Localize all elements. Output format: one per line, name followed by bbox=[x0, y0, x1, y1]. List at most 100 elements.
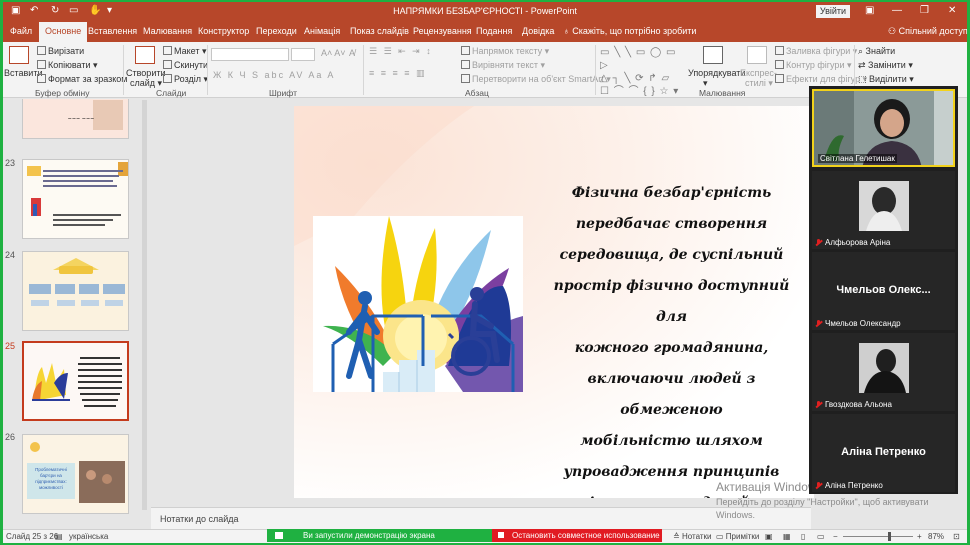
notes-toggle[interactable]: ≙ Нотатки bbox=[673, 532, 711, 541]
slide-thumbnail[interactable] bbox=[22, 159, 129, 239]
current-slide[interactable]: Фізична безбар'єрність передбачає створе… bbox=[294, 106, 814, 498]
drawing-group-label: Малювання bbox=[699, 88, 746, 98]
format-painter-button[interactable]: Формат за зразком bbox=[37, 74, 128, 84]
tab-animations[interactable]: Анімація bbox=[304, 26, 340, 36]
language-indicator[interactable]: українська bbox=[69, 532, 108, 541]
slide-thumbnail[interactable]: ~~~ ~~~ bbox=[22, 99, 129, 139]
zoom-slider-thumb[interactable] bbox=[888, 532, 891, 541]
arrange-icon[interactable] bbox=[703, 46, 723, 64]
separator bbox=[595, 45, 596, 95]
reset-button[interactable]: Скинути bbox=[163, 60, 208, 70]
stop-sharing-button[interactable]: Остановить совместное использование bbox=[492, 529, 662, 542]
participant-tile-speaker[interactable]: Світлана Гелетишак bbox=[812, 89, 955, 167]
clear-formatting-icon[interactable]: A̸ bbox=[349, 48, 355, 58]
muted-mic-icon bbox=[816, 482, 822, 489]
zoom-out-button[interactable]: − bbox=[833, 532, 838, 541]
shape-outline-button[interactable]: Контур фігури ▾ bbox=[775, 60, 852, 71]
quick-styles-label2: стилі bbox=[745, 78, 766, 88]
normal-view-icon[interactable]: ▣ bbox=[765, 532, 773, 541]
slide-sorter-icon[interactable]: ▦ bbox=[783, 532, 791, 541]
font-family-select[interactable] bbox=[211, 48, 289, 61]
slideshow-view-icon[interactable]: ▭ bbox=[817, 532, 825, 541]
reading-view-icon[interactable]: ▯ bbox=[801, 532, 805, 541]
section-button[interactable]: Розділ ▾ bbox=[163, 74, 208, 85]
new-slide-button[interactable]: Створити bbox=[126, 68, 166, 78]
ribbon-display-icon[interactable]: ▣ bbox=[865, 5, 874, 16]
cut-button[interactable]: Вирізати bbox=[37, 46, 84, 56]
find-button[interactable]: ⌕ Знайти bbox=[858, 46, 895, 57]
close-icon[interactable]: ✕ bbox=[948, 5, 956, 16]
sign-in-button[interactable]: Увійти bbox=[816, 5, 850, 18]
minimize-icon[interactable]: — bbox=[892, 5, 902, 16]
slide-thumbnail-selected[interactable] bbox=[22, 341, 129, 421]
participant-name: Алфьорова Аріна bbox=[816, 238, 890, 247]
maximize-icon[interactable]: ❐ bbox=[920, 5, 929, 16]
zoom-in-button[interactable]: + bbox=[917, 532, 922, 541]
tab-file[interactable]: Файл bbox=[10, 26, 32, 36]
tab-transitions[interactable]: Переходи bbox=[256, 26, 297, 36]
slide-thumbnail[interactable] bbox=[22, 251, 129, 331]
share-button[interactable]: ⚇ Спільний доступ bbox=[888, 26, 967, 37]
tab-insert[interactable]: Вставлення bbox=[88, 26, 137, 36]
align-text-button[interactable]: Вирівняти текст ▾ bbox=[461, 60, 545, 71]
muted-mic-icon bbox=[816, 320, 822, 327]
quick-styles-icon[interactable] bbox=[747, 46, 767, 64]
shapes-gallery[interactable]: ▭ ╲ ╲ ▭ ◯ ▭ ▷ △ ┐ ╲ ⟳ ↱ ▱ ☐ ⌒ ⌒ { } ☆ ▾ bbox=[600, 46, 680, 97]
search-icon: ⌕ bbox=[858, 46, 866, 56]
text-direction-label: Напрямок тексту bbox=[472, 46, 543, 56]
notes-pane[interactable]: Нотатки до слайда bbox=[151, 507, 811, 529]
paste-icon[interactable] bbox=[9, 46, 29, 64]
slide-thumbnails-pane: ~~~ ~~~ 23 24 25 26 Проблематичні бар'єр… bbox=[3, 99, 148, 529]
arrange-button[interactable]: Упорядкувати ▾ bbox=[688, 68, 745, 89]
font-group-label: Шрифт bbox=[269, 88, 297, 98]
text-direction-button[interactable]: Напрямок тексту ▾ bbox=[461, 46, 549, 57]
new-slide-icon[interactable] bbox=[135, 46, 155, 64]
fit-to-window-icon[interactable]: ⊡ bbox=[953, 532, 960, 541]
select-button[interactable]: ⬚ Виділити ▾ bbox=[858, 74, 914, 85]
select-label: Виділити bbox=[869, 74, 907, 84]
slide-number: 26 bbox=[5, 432, 16, 442]
smartart-button[interactable]: Перетворити на об'єкт SmartArt ▾ bbox=[461, 74, 611, 85]
tab-review[interactable]: Рецензування bbox=[413, 26, 472, 36]
zoom-level[interactable]: 87% bbox=[928, 532, 944, 541]
font-size-select[interactable] bbox=[291, 48, 315, 61]
copy-button[interactable]: Копіювати ▾ bbox=[37, 60, 98, 71]
tell-me-search[interactable]: ♁ Скажіть, що потрібно зробити bbox=[563, 26, 696, 36]
thumbnails-scrollbar[interactable] bbox=[142, 100, 147, 510]
layout-button[interactable]: Макет ▾ bbox=[163, 46, 207, 57]
replace-button[interactable]: ⇄ Замінити ▾ bbox=[858, 60, 913, 71]
lightbulb-icon: ♁ bbox=[563, 26, 573, 36]
tab-design[interactable]: Конструктор bbox=[198, 26, 249, 36]
participant-tile[interactable]: Чмельов Олекс... Чмельов Олександр bbox=[812, 252, 955, 330]
participant-tile[interactable]: Аліна Петренко Аліна Петренко bbox=[812, 414, 955, 492]
person-icon: ⚇ bbox=[888, 26, 899, 36]
comments-toggle[interactable]: ▭ Примітки bbox=[716, 532, 759, 541]
separator bbox=[123, 45, 124, 95]
reset-label: Скинути bbox=[174, 60, 209, 70]
slide-thumbnail[interactable]: Проблематичні бар'єри на підприємствах: … bbox=[22, 434, 129, 514]
font-format-buttons[interactable]: Ж К Ч S abc AV Aa A bbox=[213, 70, 335, 80]
tab-draw[interactable]: Малювання bbox=[143, 26, 192, 36]
tab-home[interactable]: Основне bbox=[39, 22, 88, 42]
shape-fill-button[interactable]: Заливка фігури ▾ bbox=[775, 46, 857, 57]
tab-view[interactable]: Подання bbox=[476, 26, 512, 36]
muted-mic-icon bbox=[816, 239, 822, 246]
slide-body-text[interactable]: Фізична безбар'єрність передбачає створе… bbox=[539, 178, 804, 498]
replace-label: Замінити bbox=[868, 60, 906, 70]
participant-display-name: Аліна Петренко bbox=[841, 446, 926, 458]
participant-tile[interactable]: Алфьорова Аріна bbox=[812, 171, 955, 249]
slide-text-line: включаючи людей з обмеженою bbox=[587, 371, 756, 418]
spellcheck-icon[interactable]: ▤ bbox=[55, 532, 63, 541]
replace-icon: ⇄ bbox=[858, 60, 869, 70]
zoom-slider[interactable] bbox=[843, 536, 913, 537]
tab-slideshow[interactable]: Показ слайдів bbox=[350, 26, 409, 36]
align-buttons[interactable]: ≡ ≡ ≡ ≡ ▥ bbox=[369, 68, 427, 79]
share-screen-icon bbox=[275, 532, 283, 539]
font-size-grow-shrink[interactable]: A˄ A˅ bbox=[321, 48, 346, 58]
quick-styles-button[interactable]: Експрес- стилі ▾ bbox=[740, 68, 777, 89]
list-buttons[interactable]: ☰ ☰ ⇤ ⇥ ↕ bbox=[369, 46, 433, 57]
thumbnail-26-text: Проблематичні бар'єри на підприємствах: … bbox=[35, 467, 67, 490]
participant-tile[interactable]: Гвоздкова Альона bbox=[812, 333, 955, 411]
tab-help[interactable]: Довідка bbox=[522, 26, 554, 36]
title-bar: ▣ ↶ ↻ ▭ ✋ ▾ НАПРЯМКИ БЕЗБАР'ЄРНОСТІ - Po… bbox=[3, 2, 967, 21]
